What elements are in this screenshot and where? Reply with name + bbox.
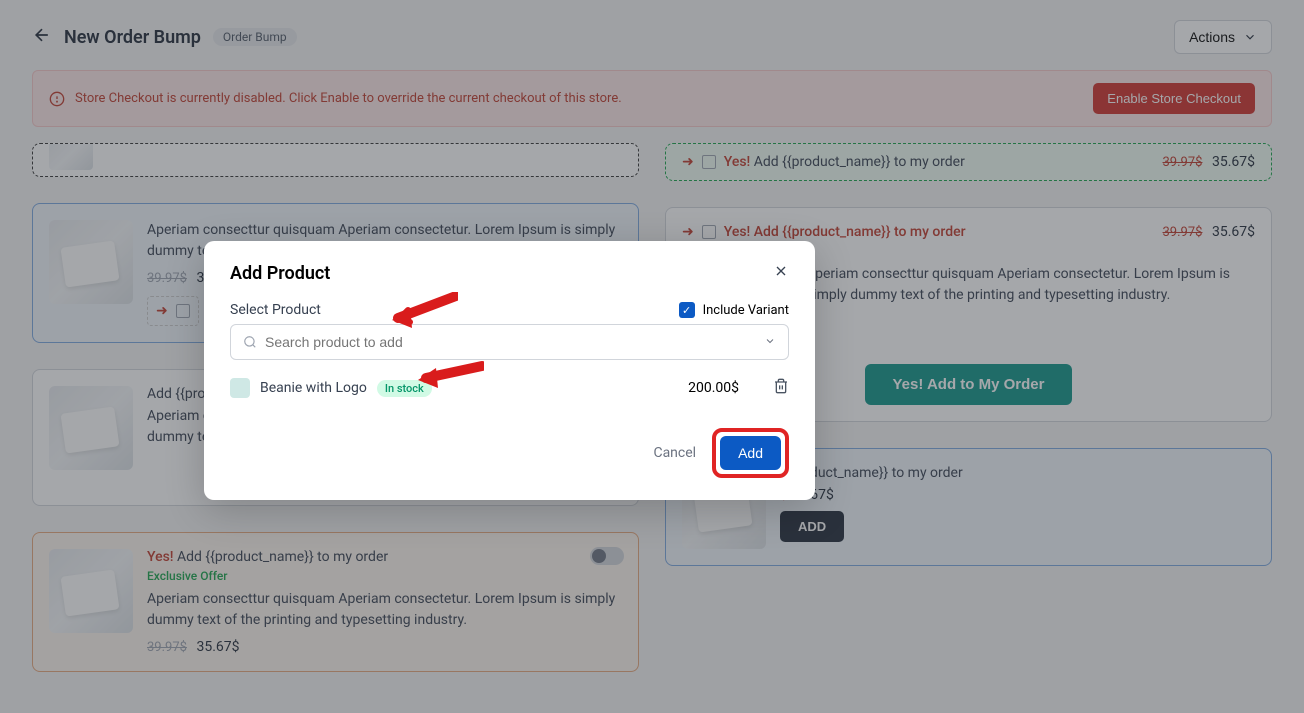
modal-label-row: Select Product ✓ Include Variant — [230, 302, 789, 318]
product-name: Beanie with Logo — [260, 380, 367, 396]
add-button[interactable]: Add — [720, 436, 781, 470]
annotation-arrow-1 — [388, 292, 458, 332]
add-product-modal: Add Product Select Product ✓ Include Var… — [204, 241, 815, 500]
checkbox-checked-icon: ✓ — [679, 302, 695, 318]
modal-title: Add Product — [230, 263, 330, 284]
search-input[interactable] — [265, 334, 756, 350]
product-price: 200.00$ — [688, 380, 739, 396]
chevron-down-icon[interactable] — [764, 335, 776, 350]
include-variant-label: Include Variant — [703, 303, 789, 318]
select-product-label: Select Product — [230, 302, 321, 318]
search-box[interactable] — [230, 324, 789, 360]
close-icon[interactable] — [773, 263, 789, 284]
cancel-button[interactable]: Cancel — [653, 445, 696, 461]
modal-header: Add Product — [230, 263, 789, 284]
trash-icon[interactable] — [773, 378, 789, 398]
annotation-arrow-2 — [414, 358, 484, 398]
include-variant-checkbox[interactable]: ✓ Include Variant — [679, 302, 789, 318]
modal-footer: Cancel Add — [230, 428, 789, 478]
product-thumb-icon — [230, 378, 250, 398]
product-row: Beanie with Logo In stock 200.00$ — [230, 374, 789, 402]
search-icon — [243, 335, 257, 349]
add-button-highlight: Add — [712, 428, 789, 478]
